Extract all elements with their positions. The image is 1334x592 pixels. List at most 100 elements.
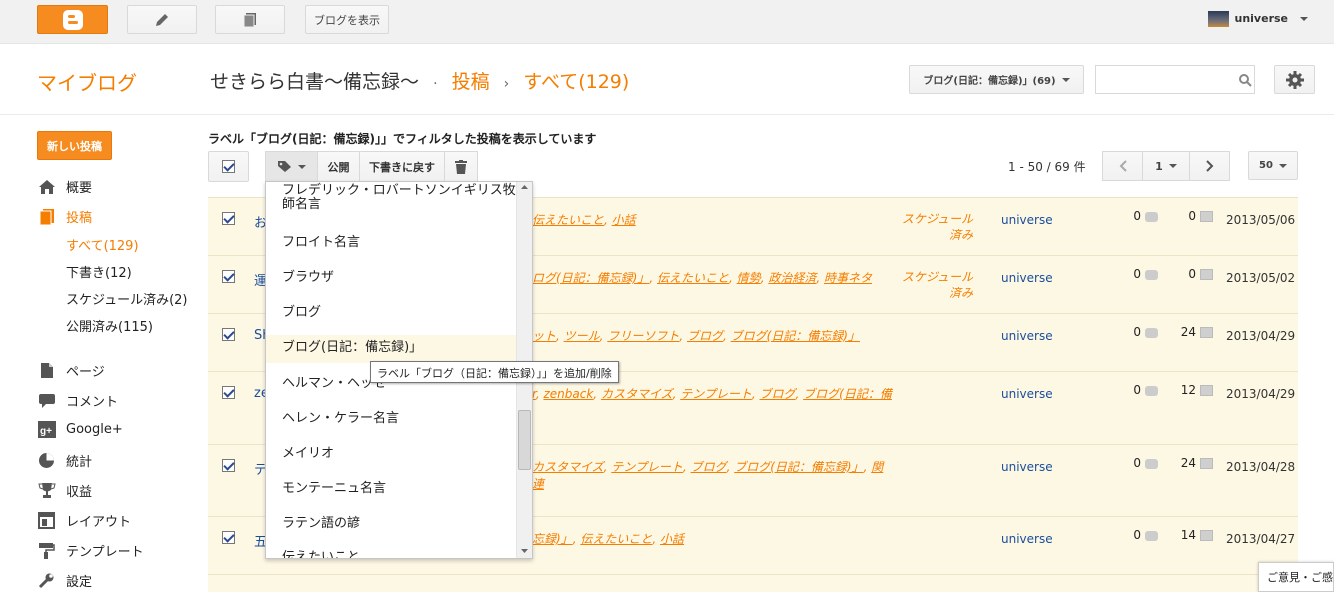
post-label-link[interactable]: ブログ: [691, 460, 727, 474]
posts-list-button[interactable]: [215, 5, 285, 34]
row-checkbox[interactable]: [222, 386, 235, 399]
page-select[interactable]: 1: [1142, 151, 1190, 181]
sidebar-item-label: Google+: [66, 422, 123, 437]
sidebar-item-overview[interactable]: 概要: [37, 177, 92, 196]
row-checkbox[interactable]: [222, 459, 235, 472]
sidebar-sub-scheduled[interactable]: スケジュール済み(2): [66, 289, 188, 308]
post-label-link[interactable]: 伝えたいこと: [580, 532, 652, 546]
post-label-link[interactable]: 情勢: [737, 271, 761, 285]
comment-count[interactable]: 0: [1118, 528, 1158, 542]
post-label-link[interactable]: 時事ネタ: [824, 271, 872, 285]
post-label-link[interactable]: カスタマイズ: [601, 387, 673, 401]
sidebar-item-earnings[interactable]: 収益: [37, 481, 92, 500]
post-label-link[interactable]: 伝えたいこと: [532, 213, 604, 227]
label-menu-item[interactable]: メイリオ: [266, 441, 516, 469]
sidebar-item-stats[interactable]: 統計: [37, 451, 92, 470]
blogger-logo-button[interactable]: [37, 5, 108, 34]
new-post-pencil-button[interactable]: [127, 5, 197, 34]
post-author[interactable]: universe: [1001, 532, 1053, 546]
post-label-link[interactable]: 政治経済: [768, 271, 816, 285]
delete-button[interactable]: [444, 151, 478, 182]
next-page-button[interactable]: [1189, 151, 1230, 181]
sidebar-sub-published[interactable]: 公開済み(115): [66, 316, 153, 335]
feedback-button[interactable]: ご意見・ご感想: [1258, 562, 1334, 592]
post-author[interactable]: universe: [1001, 387, 1053, 401]
sidebar-sub-drafts[interactable]: 下書き(12): [66, 262, 132, 281]
prev-page-button[interactable]: [1102, 151, 1143, 181]
comment-count[interactable]: 0: [1118, 456, 1158, 470]
post-label-link[interactable]: ログ(日記：備忘録)」: [532, 271, 649, 285]
label-menu-item[interactable]: ラテン語の諺: [266, 511, 516, 539]
post-author[interactable]: universe: [1001, 460, 1053, 474]
label-menu-item[interactable]: フレデリック・ロバートソンイギリス牧師名言: [266, 182, 516, 216]
label-menu-button[interactable]: [265, 151, 318, 182]
new-post-button[interactable]: 新しい投稿: [37, 131, 112, 160]
row-checkbox[interactable]: [222, 531, 235, 544]
my-blog-link[interactable]: マイブログ: [37, 67, 137, 96]
label-menu-item[interactable]: ブラウザ: [266, 265, 516, 293]
select-all-checkbox[interactable]: [208, 151, 249, 182]
label-menu-item[interactable]: フロイト名言: [266, 230, 516, 258]
label-comma: ,: [751, 387, 760, 401]
sidebar-item-pages[interactable]: ページ: [37, 361, 105, 380]
revert-to-draft-button[interactable]: 下書きに戻す: [359, 151, 445, 182]
post-label-link[interactable]: ブログ(日記：備忘録)」: [734, 460, 863, 474]
svg-text:g+: g+: [40, 426, 52, 437]
post-author[interactable]: universe: [1001, 213, 1053, 227]
post-label-link[interactable]: 小話: [612, 213, 636, 227]
publish-button[interactable]: 公開: [317, 151, 360, 182]
trophy-icon: [37, 482, 56, 499]
per-page-select[interactable]: 50: [1248, 151, 1298, 180]
post-label-link[interactable]: フリーソフト: [607, 329, 679, 343]
comment-count[interactable]: 0: [1118, 209, 1158, 223]
sidebar-item-comments[interactable]: コメント: [37, 391, 118, 410]
sidebar-item-layout[interactable]: レイアウト: [37, 511, 131, 530]
post-label-link[interactable]: テンプレート: [611, 460, 683, 474]
label-comma: ,: [816, 271, 824, 285]
sidebar-item-settings[interactable]: 設定: [37, 571, 92, 590]
post-label-link[interactable]: ツール: [564, 329, 600, 343]
scroll-down-icon[interactable]: [521, 549, 528, 553]
breadcrumb-posts[interactable]: 投稿: [452, 71, 490, 93]
post-label-link[interactable]: ット: [532, 329, 556, 343]
label-menu-item[interactable]: ヘレン・ケラー名言: [266, 406, 516, 434]
label-menu-item[interactable]: ブログ: [266, 300, 516, 328]
stats-icon: [1200, 211, 1213, 222]
post-label-link[interactable]: ブログ: [687, 329, 723, 343]
sidebar-item-google-plus[interactable]: g+ Google+: [37, 421, 123, 438]
row-checkbox[interactable]: [222, 270, 235, 283]
search-input[interactable]: [1095, 65, 1255, 94]
search-icon[interactable]: [1239, 74, 1252, 87]
post-label-link[interactable]: テンプレート: [680, 387, 752, 401]
post-label-link[interactable]: ブログ(日記：備忘録)」: [731, 329, 860, 343]
scroll-thumb[interactable]: [518, 410, 531, 470]
blog-title[interactable]: せきらら白書〜備忘録〜: [210, 71, 419, 93]
comment-count[interactable]: 0: [1118, 383, 1158, 397]
settings-button[interactable]: [1274, 65, 1315, 94]
post-label-link[interactable]: 忘録)」: [532, 532, 573, 546]
post-label-link[interactable]: ブログ: [760, 387, 796, 401]
sidebar-item-posts[interactable]: 投稿: [37, 207, 92, 226]
post-label-link[interactable]: 小話: [660, 532, 684, 546]
sidebar-item-template[interactable]: テンプレート: [37, 541, 144, 560]
label-menu-item[interactable]: モンテーニュ名言: [266, 476, 516, 504]
row-checkbox[interactable]: [222, 328, 235, 341]
comment-count-value: 0: [1133, 456, 1141, 470]
post-row[interactable]: [208, 574, 1298, 592]
post-label-link[interactable]: カスタマイズ: [532, 460, 604, 474]
post-label-link[interactable]: ブログ(日記：備: [803, 387, 892, 401]
scroll-up-icon[interactable]: [521, 185, 528, 189]
sidebar-sub-all[interactable]: すべて(129): [66, 235, 139, 254]
comment-count[interactable]: 0: [1118, 325, 1158, 339]
post-label-link[interactable]: 伝えたいこと: [657, 271, 729, 285]
row-checkbox[interactable]: [222, 212, 235, 225]
post-label-link[interactable]: zenback: [543, 387, 593, 401]
post-author[interactable]: universe: [1001, 329, 1053, 343]
account-menu[interactable]: universe: [1198, 4, 1308, 33]
label-menu-item[interactable]: 伝えたいこと: [266, 545, 516, 559]
view-blog-button[interactable]: ブログを表示: [305, 5, 389, 34]
comment-count[interactable]: 0: [1118, 267, 1158, 281]
post-author[interactable]: universe: [1001, 271, 1053, 285]
label-menu-item[interactable]: ブログ(日記：備忘録)」: [266, 335, 516, 363]
label-filter-dropdown[interactable]: ブログ(日記：備忘録)」(69): [909, 65, 1084, 94]
